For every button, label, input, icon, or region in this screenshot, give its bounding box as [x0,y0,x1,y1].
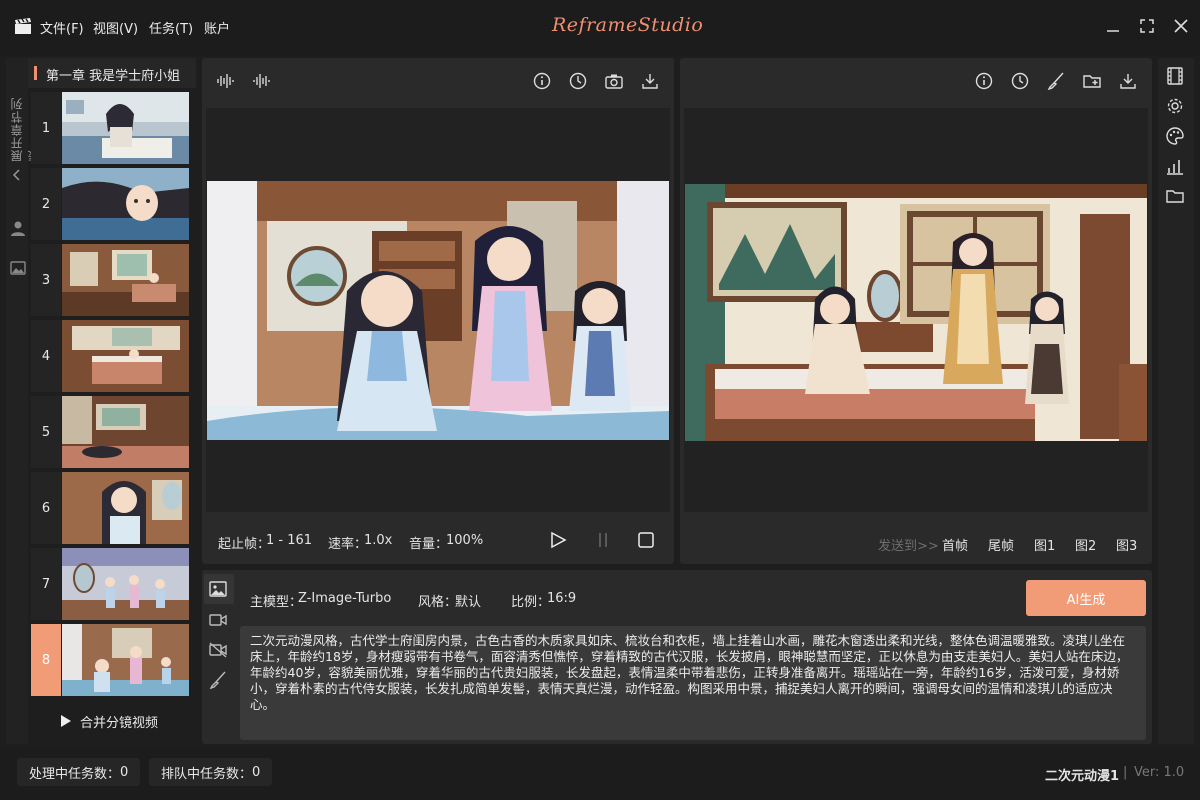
chapter-title: 第一章 我是学士府小姐 [46,69,181,84]
send-image-3[interactable]: 图3 [1116,535,1137,554]
shot-number: 4 [31,320,61,392]
shot-item-1[interactable]: 1 [31,92,189,164]
queued-count: 0 [252,764,261,780]
gear-icon[interactable] [1166,97,1184,115]
brush-icon[interactable] [1047,72,1065,90]
queued-label: 排队中任务数： [161,766,253,782]
frame-range-label: 起止帧： [218,537,271,552]
image-icon [208,579,228,599]
film-icon[interactable] [1166,67,1184,85]
result-image-frame[interactable] [685,184,1147,441]
status-separator: | [1123,765,1128,780]
shot-number: 2 [31,168,61,240]
style-value[interactable]: 默认 [455,591,481,610]
shot-thumbnail [62,624,189,696]
processing-label: 处理中任务数： [29,766,121,782]
camera-icon[interactable] [605,72,623,90]
clapperboard-icon [14,17,32,35]
source-video-frame[interactable] [207,181,669,440]
project-name: 二次元动漫1 [1045,769,1120,784]
shot-number: 5 [31,396,61,468]
model-value[interactable]: Z-Image-Turbo [298,591,391,606]
shot-thumbnail [62,472,189,544]
info-icon[interactable] [533,72,551,90]
shot-number: 8 [31,624,61,696]
shot-thumbnail [62,244,189,316]
speed-value[interactable]: 1.0x [364,533,392,548]
waveform-icon[interactable] [216,72,234,90]
chapter-accent-bar [34,66,37,80]
expand-chapter-list[interactable]: 展开章节列表 [8,92,41,162]
shot-item-8[interactable]: 8 [31,624,189,696]
download-icon[interactable] [1119,72,1137,90]
audio-wave-icon[interactable] [252,72,270,90]
palette-icon[interactable] [1166,127,1184,145]
send-last-frame[interactable]: 尾帧 [988,535,1014,554]
close-icon[interactable] [1171,16,1191,36]
shot-thumbnail [62,396,189,468]
merge-video-label: 合并分镜视频 [80,715,159,731]
send-image-2[interactable]: 图2 [1075,535,1096,554]
menu-account[interactable]: 账户 [204,18,230,37]
shot-number: 1 [31,92,61,164]
brush-icon[interactable] [208,670,228,690]
shot-number: 6 [31,472,61,544]
bar-chart-icon[interactable] [1166,157,1184,175]
shot-item-7[interactable]: 7 [31,548,189,620]
menu-task[interactable]: 任务(T) [149,18,193,37]
model-label: 主模型： [250,595,303,610]
download-icon[interactable] [641,72,659,90]
shot-thumbnail [62,168,189,240]
merge-video-button[interactable]: 合并分镜视频 [60,710,170,732]
play-icon[interactable] [549,531,567,549]
queued-tasks: 排队中任务数： 0 [149,758,273,786]
shot-number: 3 [31,244,61,316]
history-icon[interactable] [569,72,587,90]
stop-icon[interactable] [637,531,655,549]
shot-item-3[interactable]: 3 [31,244,189,316]
maximize-icon[interactable] [1137,16,1157,36]
processing-tasks: 处理中任务数： 0 [17,758,141,786]
folder-icon[interactable] [1166,187,1184,205]
info-icon[interactable] [975,72,993,90]
video-camera-icon[interactable] [208,610,228,630]
shot-thumbnail [62,92,189,164]
prompt-textarea[interactable]: 二次元动漫风格，古代学士府闺房内景，古色古香的木质家具如床、梳妆台和衣柜，墙上挂… [240,626,1146,740]
shot-number: 7 [31,548,61,620]
send-image-1[interactable]: 图1 [1034,535,1055,554]
minimize-icon[interactable] [1103,16,1123,36]
frame-range-value: 1 - 161 [266,533,313,548]
speed-label: 速率： [328,537,368,552]
video-off-icon[interactable] [208,640,228,660]
image-icon[interactable] [10,260,26,276]
volume-label: 音量： [409,537,449,552]
version-label: Ver: 1.0 [1134,765,1185,780]
shot-item-2[interactable]: 2 [31,168,189,240]
style-label: 风格： [418,595,458,610]
menu-file[interactable]: 文件(F) [40,18,84,37]
menu-view[interactable]: 视图(V) [93,18,138,37]
history-icon[interactable] [1011,72,1029,90]
chevron-left-icon[interactable] [10,168,24,182]
app-logo: ReframeStudio [552,14,704,36]
person-icon[interactable] [10,220,26,236]
shot-item-4[interactable]: 4 [31,320,189,392]
play-icon [60,714,72,728]
ai-generate-button[interactable]: AI生成 [1026,580,1146,616]
ratio-value[interactable]: 16:9 [547,591,576,606]
shot-thumbnail [62,320,189,392]
folder-add-icon[interactable] [1083,72,1101,90]
processing-count: 0 [120,764,129,780]
volume-value[interactable]: 100% [446,533,483,548]
send-to-label: 发送到>> [878,539,939,554]
shot-thumbnail [62,548,189,620]
shot-item-6[interactable]: 6 [31,472,189,544]
shot-item-5[interactable]: 5 [31,396,189,468]
ratio-label: 比例： [511,595,551,610]
pause-icon[interactable] [594,531,612,549]
send-first-frame[interactable]: 首帧 [942,535,968,554]
